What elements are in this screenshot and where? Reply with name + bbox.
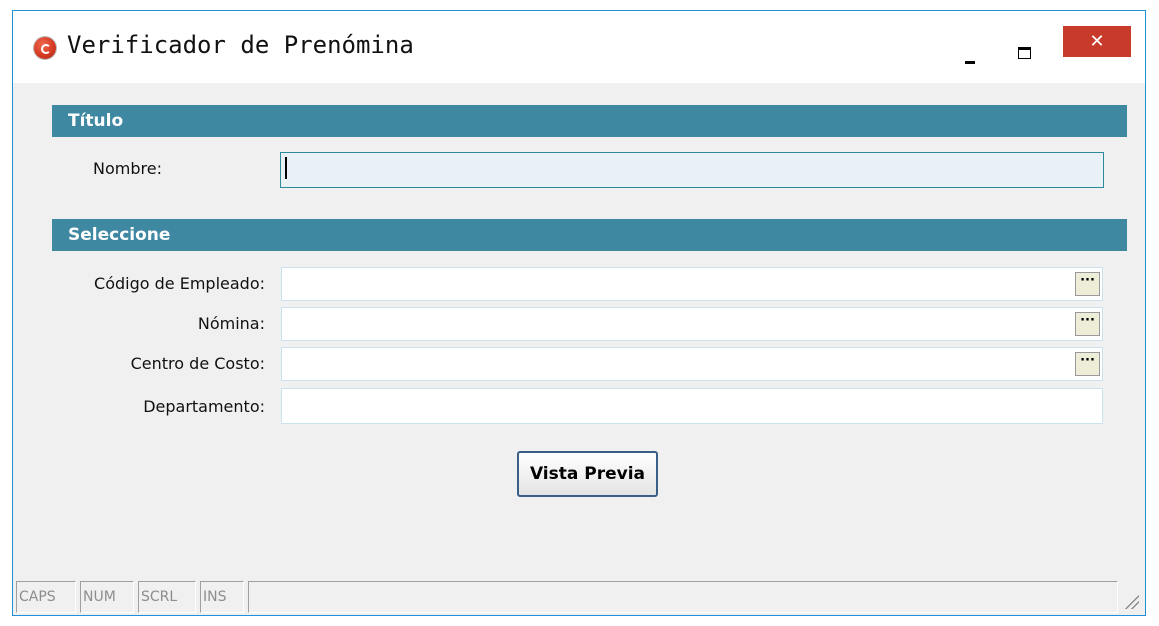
minimize-button[interactable] xyxy=(951,41,991,71)
title-bar[interactable]: Verificador de Prenómina ✕ xyxy=(13,11,1145,83)
close-button[interactable]: ✕ xyxy=(1063,26,1131,57)
codigo-empleado-input[interactable] xyxy=(281,267,1103,301)
window-title: Verificador de Prenómina xyxy=(67,31,414,59)
section-header-seleccione: Seleccione xyxy=(52,219,1127,251)
status-message xyxy=(248,581,1118,613)
ellipsis-icon: ··· xyxy=(1080,273,1095,288)
centro-costo-input[interactable] xyxy=(281,347,1103,381)
status-scrl: SCRL xyxy=(138,581,196,613)
status-num: NUM xyxy=(80,581,134,613)
ellipsis-icon: ··· xyxy=(1080,313,1095,328)
departamento-label: Departamento: xyxy=(143,397,265,416)
close-icon: ✕ xyxy=(1089,31,1105,52)
vista-previa-button[interactable]: Vista Previa xyxy=(517,451,658,497)
maximize-button[interactable] xyxy=(1005,41,1045,71)
resize-grip-icon[interactable] xyxy=(1123,593,1139,609)
codigo-empleado-label: Código de Empleado: xyxy=(94,274,265,293)
nombre-label: Nombre: xyxy=(93,159,162,178)
status-ins: INS xyxy=(200,581,244,613)
nombre-input[interactable] xyxy=(280,152,1104,188)
centro-costo-lookup-button[interactable]: ··· xyxy=(1075,352,1100,376)
nomina-input[interactable] xyxy=(281,307,1103,341)
ellipsis-icon: ··· xyxy=(1080,353,1095,368)
codigo-empleado-lookup-button[interactable]: ··· xyxy=(1075,272,1100,296)
centro-costo-label: Centro de Costo: xyxy=(130,354,265,373)
app-icon xyxy=(34,37,56,59)
status-bar: CAPS NUM SCRL INS xyxy=(13,579,1145,615)
app-window: Verificador de Prenómina ✕ Título Nombre… xyxy=(12,10,1146,616)
text-caret xyxy=(285,157,287,179)
nomina-lookup-button[interactable]: ··· xyxy=(1075,312,1100,336)
nomina-label: Nómina: xyxy=(197,314,265,333)
status-caps: CAPS xyxy=(16,581,76,613)
departamento-input[interactable] xyxy=(281,388,1103,424)
section-header-titulo: Título xyxy=(52,105,1127,137)
